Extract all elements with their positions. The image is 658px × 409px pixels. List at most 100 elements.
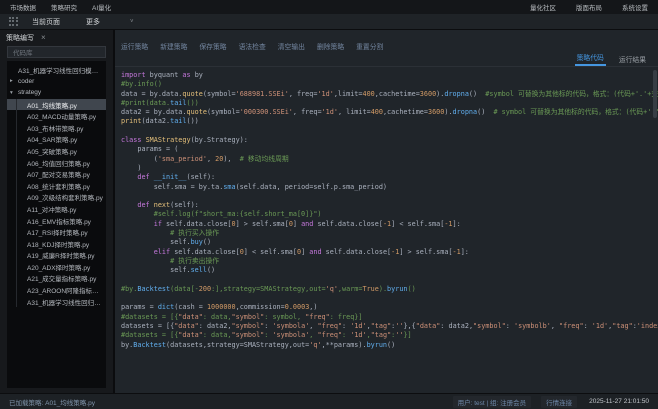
code-token: #symbol 可替换为其他标的代码，格式：(代码+'.'+交易所) xyxy=(485,90,658,98)
code-line xyxy=(121,127,656,136)
main-area: 策略编写 × 代码库 A31_机器学习线性回归模型策略.py▸coder▾str… xyxy=(0,30,658,393)
indent-guide xyxy=(10,134,17,146)
tree-item[interactable]: A20_ADX择时策略.py xyxy=(7,261,106,273)
tree-item[interactable]: A17_RSI择时策略.py xyxy=(7,226,106,238)
menu-quant-community[interactable]: 量化社区 xyxy=(530,2,556,12)
code-line: datasets = [{"data": data2,"symbol": 'sy… xyxy=(121,322,656,331)
tree-item[interactable]: A05_突破策略.py xyxy=(7,145,106,157)
tree-item[interactable]: A31_机器学习线性回归模型策略.py xyxy=(7,296,106,308)
tree-item-label: A07_配对交易策略.py xyxy=(27,169,93,179)
tree-item[interactable]: A08_统计套利策略.py xyxy=(7,180,106,192)
code-token: 3600 xyxy=(428,108,444,116)
tree-item[interactable]: A19_威廉R择时策略.py xyxy=(7,250,106,262)
code-token: "symbol" xyxy=(232,331,265,339)
code-editor[interactable]: import byquant as by#by.info()data = by.… xyxy=(115,67,658,393)
chevron-down-icon[interactable]: ▾ xyxy=(10,90,18,96)
code-token: "tag" xyxy=(371,322,391,330)
chevron-down-icon[interactable]: ˅ xyxy=(130,19,134,25)
code-line: ) xyxy=(121,164,656,173)
sidebar: 策略编写 × 代码库 A31_机器学习线性回归模型策略.py▸coder▾str… xyxy=(0,30,115,393)
code-line: #datasets = [{"data": data,"symbol": sym… xyxy=(121,313,656,322)
tree-item-label: A23_AROON阿隆指标策略.py xyxy=(27,285,106,295)
tree-item[interactable]: A07_配对交易策略.py xyxy=(7,168,106,180)
tree-item-label: A06_均值回归策略.py xyxy=(27,158,93,168)
tree-item[interactable]: A21_成交量指标策略.py xyxy=(7,273,106,285)
current-page-button[interactable]: 当前页面 xyxy=(32,17,60,27)
apps-grid-icon[interactable] xyxy=(9,17,18,26)
chevron-right-icon[interactable]: ▸ xyxy=(10,78,18,84)
menu-strategy-research[interactable]: 策略研究 xyxy=(51,2,77,12)
tab-run-result[interactable]: 运行结果 xyxy=(617,54,648,66)
save-strategy-button[interactable]: 保存策略 xyxy=(199,41,226,51)
tree-item[interactable]: A04_SAR策略.py xyxy=(7,134,106,146)
tree-item[interactable]: A09_次级结构套利策略.py xyxy=(7,192,106,204)
tab-strategy-code[interactable]: 策略代码 xyxy=(575,52,606,66)
tree-item-label: A20_ADX择时策略.py xyxy=(27,262,93,272)
tree-item[interactable]: A18_KDJ择时策略.py xyxy=(7,238,106,250)
code-token: # 执行卖出操作 xyxy=(121,257,219,265)
code-token: self.data.close[ xyxy=(317,220,382,228)
code-token: 'q' xyxy=(326,285,338,293)
code-token: ]: xyxy=(461,248,469,256)
code-token: print xyxy=(121,117,141,125)
new-strategy-button[interactable]: 新建策略 xyxy=(160,41,187,51)
tree-item-label: A11_对冲策略.py xyxy=(27,204,79,214)
code-token: by. xyxy=(121,341,133,349)
code-library-input[interactable]: 代码库 xyxy=(7,46,106,58)
code-token: self. xyxy=(121,266,191,274)
code-token: ) xyxy=(121,164,141,172)
tree-folder[interactable]: ▾strategy xyxy=(7,87,106,99)
tree-item-label: A31_机器学习线性回归模型策略.py xyxy=(27,297,106,307)
reset-split-button[interactable]: 重置分割 xyxy=(356,41,383,51)
code-token: ] > self.sma[ xyxy=(236,220,289,228)
code-line: def next(self): xyxy=(121,201,656,210)
menu-market-data[interactable]: 市场数据 xyxy=(10,2,36,12)
editor-scrollbar[interactable] xyxy=(653,70,657,118)
tree-item[interactable]: A01_均线策略.py xyxy=(7,99,106,111)
syntax-check-button[interactable]: 语法检查 xyxy=(239,41,266,51)
code-token: "freq" xyxy=(317,331,342,339)
menu-system-settings[interactable]: 系统设置 xyxy=(622,2,648,12)
clear-output-button[interactable]: 清空输出 xyxy=(278,41,305,51)
tree-item-label: A17_RSI择时策略.py xyxy=(27,227,91,237)
tree-item-label: A19_威廉R择时策略.py xyxy=(27,250,98,260)
code-token: : freq}] xyxy=(330,313,363,321)
menu-ai-quant[interactable]: AI量化 xyxy=(92,2,111,12)
delete-strategy-button[interactable]: 删除策略 xyxy=(317,41,344,51)
code-token: "data" xyxy=(178,331,203,339)
tree-item[interactable]: A03_布林带策略.py xyxy=(7,122,106,134)
status-user[interactable]: 用户: test | 组: 注册会员 xyxy=(453,396,532,408)
run-strategy-button[interactable]: 运行策略 xyxy=(121,41,148,51)
tree-item[interactable]: A11_对冲策略.py xyxy=(7,203,106,215)
code-token: byquant xyxy=(150,71,183,79)
tree-item-label: A21_成交量指标策略.py xyxy=(27,273,99,283)
code-token: data = by.data. xyxy=(121,90,182,98)
tree-item[interactable]: A16_EMV指标策略.py xyxy=(7,215,106,227)
sidebar-panel-tab[interactable]: 策略编写 × xyxy=(0,30,113,45)
code-token: : xyxy=(342,322,350,330)
indent-guide xyxy=(10,284,17,296)
tree-item[interactable]: A06_均值回归策略.py xyxy=(7,157,106,169)
code-token: self.data.close[ xyxy=(174,248,239,256)
code-token: dropna xyxy=(444,90,469,98)
code-token: , freq= xyxy=(289,90,318,98)
code-line: data = by.data.quote(symbol='688981.SSEi… xyxy=(121,90,656,99)
code-token: ] > self.sma[ xyxy=(399,248,452,256)
status-market-connection[interactable]: 行情连接 xyxy=(541,396,577,408)
tree-item[interactable]: A02_MACD动量策略.py xyxy=(7,110,106,122)
tree-item[interactable]: A23_AROON阿隆指标策略.py xyxy=(7,284,106,296)
code-token: ] < self.sma[ xyxy=(244,248,297,256)
code-token: elif xyxy=(154,248,174,256)
indent-guide xyxy=(10,180,17,192)
tree-item[interactable]: A31_机器学习线性回归模型策略.py xyxy=(7,64,106,76)
menu-layout[interactable]: 版面布局 xyxy=(576,2,602,12)
tree-folder[interactable]: ▸coder xyxy=(7,76,106,88)
more-button[interactable]: 更多 xyxy=(86,17,100,27)
status-bar: 已加载策略: A01_均线策略.py 用户: test | 组: 注册会员 行情… xyxy=(0,393,658,409)
app-window: 市场数据 策略研究 AI量化 量化社区 版面布局 系统设置 当前页面 更多 ˅ 策略编写… xyxy=(0,0,658,409)
code-token: '000300.SSEi' xyxy=(240,108,293,116)
code-line: by.Backtest(datasets,strategy=SMAStrateg… xyxy=(121,341,656,350)
code-token: '1d' xyxy=(592,322,608,330)
close-icon[interactable]: × xyxy=(41,34,46,41)
code-token: ( xyxy=(121,155,158,163)
